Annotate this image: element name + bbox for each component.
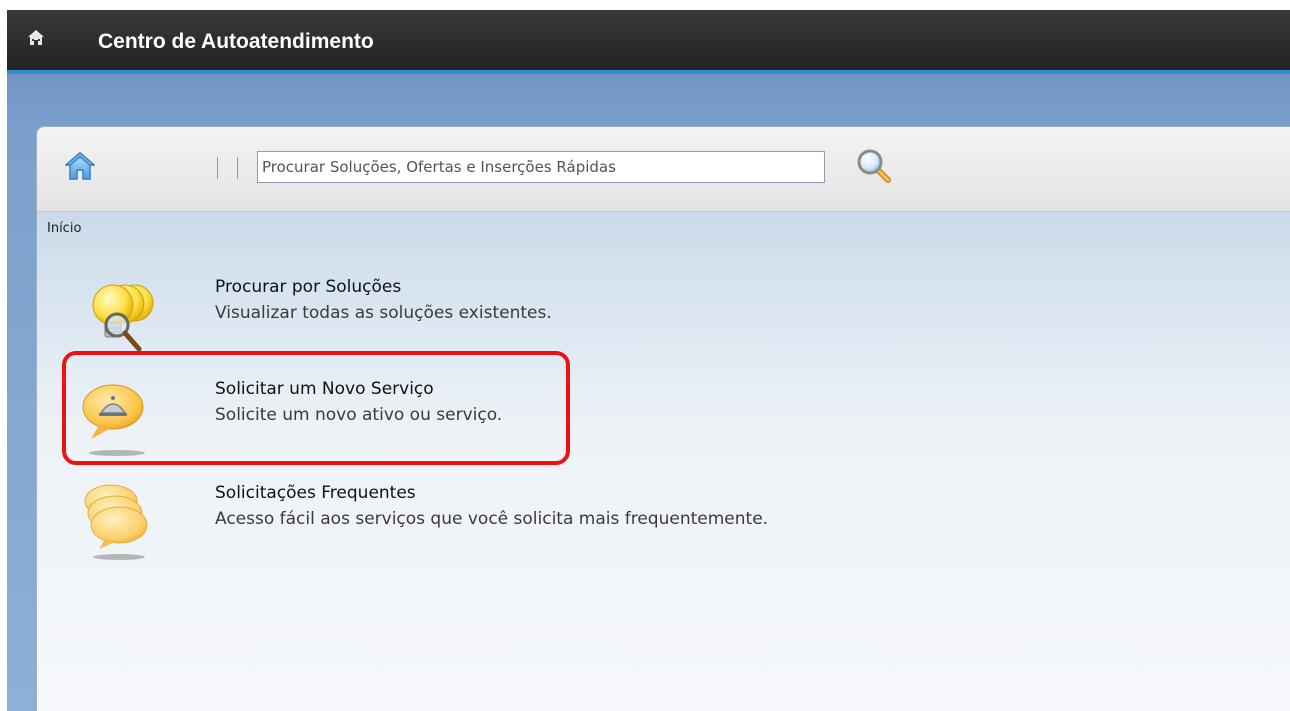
item-title[interactable]: Solicitações Frequentes <box>215 483 416 503</box>
service-bell-icon <box>82 384 145 456</box>
list-item-frequent-requests[interactable]: Solicitações Frequentes Acesso fácil aos… <box>77 483 977 573</box>
screen: Centro de Autoatendimento Procurar Soluç… <box>0 0 1290 711</box>
item-title[interactable]: Solicitar um Novo Serviço <box>215 379 434 399</box>
home-icon[interactable] <box>26 28 46 48</box>
home-icon[interactable] <box>63 149 97 183</box>
item-description: Acesso fácil aos serviços que você solic… <box>215 509 769 529</box>
lightbulb-search-icon <box>92 284 154 352</box>
app-header: Centro de Autoatendimento <box>7 10 1290 70</box>
list-item-browse-solutions[interactable]: Procurar por Soluções Visualizar todas a… <box>77 277 977 367</box>
item-description: Solicite um novo ativo ou serviço. <box>215 405 503 425</box>
toolbar <box>37 127 1290 212</box>
list-item-request-new-service[interactable]: Solicitar um Novo Serviço Solicite um no… <box>77 379 977 469</box>
toolbar-separator <box>237 157 238 179</box>
app-title: Centro de Autoatendimento <box>98 30 374 53</box>
item-title[interactable]: Procurar por Soluções <box>215 277 401 297</box>
toolbar-separator <box>217 157 218 179</box>
main-panel: Início Procurar po <box>36 126 1290 711</box>
breadcrumb[interactable]: Início <box>47 221 81 236</box>
speech-bubbles-icon <box>84 484 148 560</box>
item-description: Visualizar todas as soluções existentes. <box>215 303 552 323</box>
magnifier-icon[interactable] <box>855 147 893 185</box>
search-input[interactable] <box>257 151 825 183</box>
